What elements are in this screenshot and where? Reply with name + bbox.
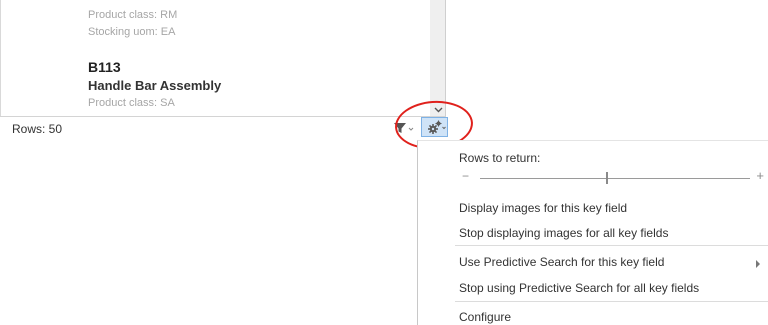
item-product-class: Product class: SA xyxy=(88,97,175,109)
vertical-scrollbar[interactable] xyxy=(430,0,445,116)
status-bar: Rows: 50 xyxy=(0,116,446,140)
menu-item-stop-displaying-images[interactable]: Stop displaying images for all key field… xyxy=(459,226,668,240)
slider-track[interactable] xyxy=(480,178,750,179)
results-list[interactable]: Product class: RM Stocking uom: EA B113 … xyxy=(0,0,430,116)
settings-menu: Rows to return: − + Display images for t… xyxy=(417,140,768,325)
minus-icon[interactable]: − xyxy=(462,169,469,183)
menu-item-configure[interactable]: Configure xyxy=(459,310,511,324)
menu-item-stop-predictive-search[interactable]: Stop using Predictive Search for all key… xyxy=(459,281,699,295)
search-results-panel: Product class: RM Stocking uom: EA B113 … xyxy=(0,0,446,116)
menu-item-use-predictive-search[interactable]: Use Predictive Search for this key field xyxy=(459,255,664,269)
item-product-class: Product class: RM xyxy=(88,9,178,21)
item-description[interactable]: Handle Bar Assembly xyxy=(88,78,221,93)
item-stocking-uom: Stocking uom: EA xyxy=(88,26,176,38)
rows-to-return-label: Rows to return: xyxy=(459,151,541,165)
menu-divider xyxy=(455,245,768,246)
chevron-down-icon xyxy=(434,107,442,113)
rows-to-return-slider[interactable]: − + xyxy=(462,168,768,185)
gears-icon xyxy=(427,120,446,134)
settings-button[interactable] xyxy=(421,117,448,137)
submenu-arrow-icon xyxy=(756,260,760,268)
filter-funnel-icon xyxy=(394,123,414,133)
plus-icon[interactable]: + xyxy=(756,168,764,183)
menu-item-display-images[interactable]: Display images for this key field xyxy=(459,201,627,215)
slider-thumb[interactable] xyxy=(605,172,608,184)
scroll-down-button[interactable] xyxy=(430,104,445,116)
item-code[interactable]: B113 xyxy=(88,59,121,75)
filter-button[interactable] xyxy=(392,119,414,137)
menu-divider xyxy=(455,301,768,302)
rows-count-label: Rows: 50 xyxy=(12,122,63,136)
